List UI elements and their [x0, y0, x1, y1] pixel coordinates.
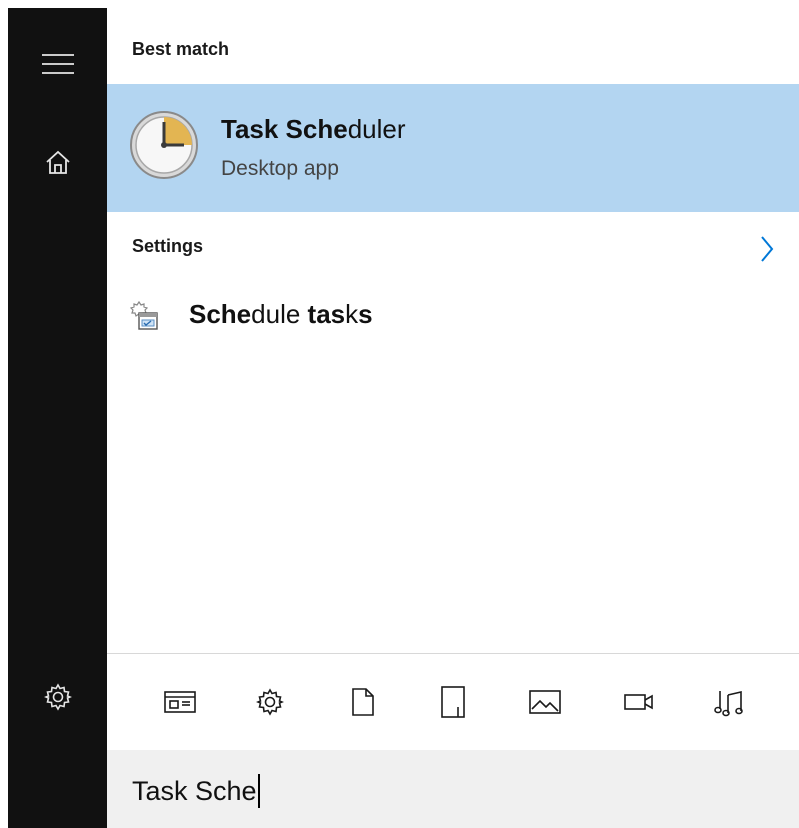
search-results-panel: Best match Task Scheduler Desktop app Se… — [107, 8, 799, 828]
settings-gear-icon — [43, 683, 72, 711]
setting-item-label: Schedule tasks — [189, 299, 373, 329]
app-title: Task Scheduler — [221, 114, 406, 144]
filter-folders-button[interactable] — [425, 674, 481, 730]
home-button[interactable] — [8, 134, 107, 190]
best-match-header: Best match — [132, 39, 230, 59]
videos-filter-icon — [624, 694, 653, 710]
text-caret — [257, 774, 260, 808]
settings-button[interactable] — [8, 669, 107, 725]
best-match-result[interactable]: Task Scheduler Desktop app — [107, 84, 799, 212]
filter-photos-button[interactable] — [517, 674, 573, 730]
music-filter-icon — [714, 690, 743, 717]
filter-videos-button[interactable] — [611, 674, 667, 730]
apps-filter-icon — [164, 691, 196, 713]
search-input[interactable]: Task Sche — [132, 774, 260, 808]
hamburger-menu-icon — [41, 54, 74, 74]
settings-header: Settings — [132, 236, 204, 256]
schedule-tasks-icon — [129, 300, 158, 330]
home-icon — [45, 150, 70, 174]
left-rail — [8, 8, 107, 828]
filter-documents-button[interactable] — [335, 674, 391, 730]
menu-button[interactable] — [8, 36, 107, 92]
filter-music-button[interactable] — [701, 674, 757, 730]
filter-settings-button[interactable] — [242, 674, 298, 730]
photos-filter-icon — [529, 690, 561, 714]
app-subtitle: Desktop app — [221, 157, 339, 180]
documents-filter-icon — [352, 688, 374, 716]
search-box[interactable]: Task Sche — [107, 750, 799, 828]
settings-filter-icon — [256, 688, 284, 716]
search-filter-bar — [107, 653, 799, 750]
task-scheduler-clock-icon — [130, 111, 198, 179]
setting-item-schedule-tasks[interactable]: Schedule tasks — [107, 290, 799, 346]
filter-apps-button[interactable] — [152, 674, 208, 730]
search-input-value: Task Sche — [132, 775, 257, 806]
chevron-right-icon[interactable] — [757, 234, 777, 264]
folders-filter-icon — [441, 686, 465, 718]
